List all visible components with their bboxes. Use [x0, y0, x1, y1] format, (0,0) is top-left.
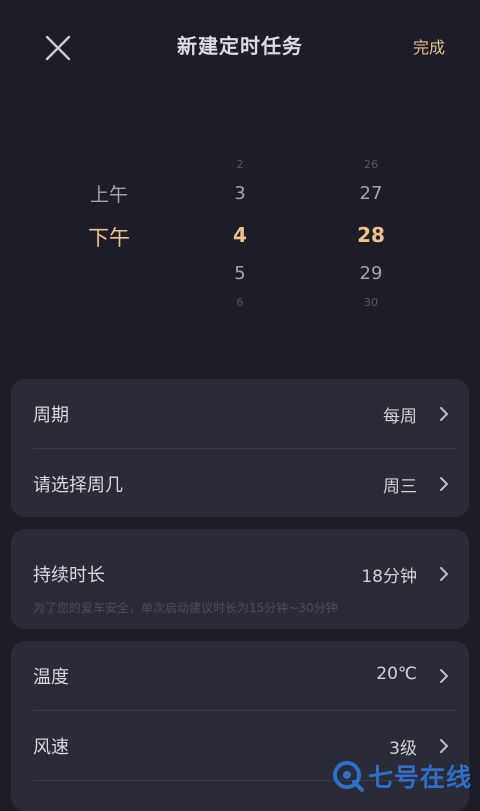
temperature-value: 20℃ [376, 664, 417, 684]
watermark: 七号在线 [330, 756, 472, 796]
hour-option[interactable]: 3 [210, 183, 270, 204]
weekday-label: 请选择周几 [33, 475, 123, 496]
hour-option[interactable]: 5 [210, 263, 270, 284]
watermark-text: 七号在线 [367, 763, 472, 792]
watermark-logo-icon [332, 761, 364, 792]
minute-option-selected[interactable]: 28 [341, 223, 401, 247]
minute-option[interactable]: 30 [341, 296, 401, 309]
hour-option[interactable]: 6 [210, 296, 270, 309]
chevron-right-icon [440, 407, 448, 421]
temperature-label: 温度 [33, 667, 69, 688]
duration-value: 18分钟 [361, 567, 417, 587]
hour-option[interactable]: 2 [210, 158, 270, 171]
header: 新建定时任务 完成 [0, 0, 480, 92]
duration-card: 持续时长 18分钟 为了您的爱车安全，单次启动建议时长为15分钟~30分钟 [11, 529, 469, 629]
temperature-row[interactable]: 温度 20℃ [11, 641, 469, 711]
weekday-value: 周三 [383, 477, 417, 497]
minute-option[interactable]: 26 [341, 158, 401, 171]
fan-speed-label: 风速 [33, 737, 69, 758]
chevron-right-icon [440, 477, 448, 491]
hour-option-selected[interactable]: 4 [210, 223, 270, 247]
chevron-right-icon [440, 669, 448, 683]
chevron-right-icon [440, 739, 448, 753]
cycle-label: 周期 [33, 405, 69, 426]
duration-label: 持续时长 [33, 565, 105, 586]
schedule-card: 周期 每周 请选择周几 周三 [11, 379, 469, 517]
cycle-row[interactable]: 周期 每周 [11, 379, 469, 449]
ampm-option-am[interactable]: 上午 [70, 180, 148, 207]
chevron-right-icon [440, 567, 448, 581]
minute-option[interactable]: 29 [341, 263, 401, 284]
cycle-value: 每周 [383, 407, 417, 427]
page-title: 新建定时任务 [177, 34, 303, 58]
weekday-row[interactable]: 请选择周几 周三 [11, 449, 469, 519]
ampm-option-pm-selected[interactable]: 下午 [70, 222, 148, 252]
time-picker: 上午 下午 2 3 4 5 6 26 27 28 29 30 [0, 150, 480, 320]
minute-option[interactable]: 27 [341, 183, 401, 204]
duration-hint: 为了您的爱车安全，单次启动建议时长为15分钟~30分钟 [33, 601, 338, 615]
done-button[interactable]: 完成 [413, 34, 445, 58]
